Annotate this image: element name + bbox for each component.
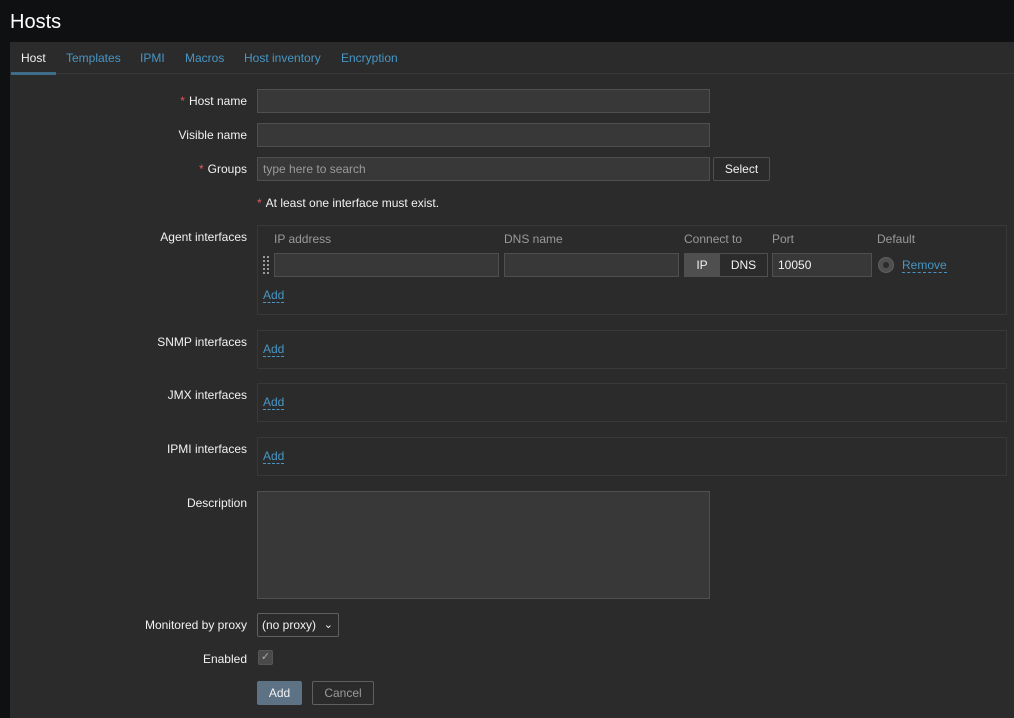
dns-name-field[interactable]	[504, 253, 679, 277]
column-default: Default	[877, 232, 916, 246]
proxy-select-value: (no proxy)	[262, 618, 317, 632]
visible-name-field[interactable]	[257, 123, 710, 147]
port-field[interactable]	[772, 253, 872, 277]
tab-host-inventory[interactable]: Host inventory	[244, 42, 321, 74]
groups-select-button[interactable]: Select	[713, 157, 770, 181]
groups-search-input[interactable]	[257, 157, 710, 181]
required-mark: *	[180, 94, 185, 108]
tab-templates[interactable]: Templates	[66, 42, 121, 74]
enabled-label: Enabled	[202, 652, 247, 666]
description-label: Description	[186, 496, 247, 510]
add-jmx-interface-link[interactable]: Add	[263, 396, 285, 410]
add-button[interactable]: Add	[257, 681, 302, 705]
tab-macros[interactable]: Macros	[185, 42, 224, 74]
monitored-by-proxy-label: Monitored by proxy	[144, 618, 247, 632]
description-textarea[interactable]	[257, 491, 710, 599]
tab-host[interactable]: Host	[11, 42, 56, 75]
column-connect-to: Connect to	[684, 232, 743, 246]
column-port: Port	[772, 232, 795, 246]
required-mark: *	[198, 162, 204, 176]
add-agent-interface-link[interactable]: Add	[263, 289, 285, 303]
interface-note: * At least one interface must exist.	[257, 196, 440, 210]
snmp-interfaces-table: Add	[257, 330, 1007, 369]
groups-label: * Groups	[198, 162, 247, 176]
enabled-checkbox[interactable]: ✓	[258, 650, 273, 665]
default-interface-radio[interactable]	[878, 257, 894, 273]
ip-address-field[interactable]	[274, 253, 499, 277]
chevron-down-icon: ⌄	[323, 619, 333, 631]
required-mark: *	[257, 196, 262, 210]
host-form-panel: Host Templates IPMI Macros Host inventor…	[10, 42, 1014, 718]
cancel-button[interactable]: Cancel	[312, 681, 374, 705]
ipmi-interfaces-label: IPMI interfaces	[166, 442, 247, 456]
visible-name-label: Visible name	[178, 128, 247, 142]
column-dns-name: DNS name	[504, 232, 563, 246]
column-ip-address: IP address	[274, 232, 332, 246]
add-snmp-interface-link[interactable]: Add	[263, 343, 285, 357]
snmp-interfaces-label: SNMP interfaces	[157, 335, 247, 349]
jmx-interfaces-label: JMX interfaces	[167, 388, 247, 402]
checkmark-icon: ✓	[260, 651, 271, 663]
ipmi-interfaces-table: Add	[257, 437, 1007, 476]
connect-dns-toggle[interactable]: DNS	[719, 253, 768, 277]
page-header: Hosts	[0, 0, 1014, 42]
host-name-field[interactable]	[257, 89, 710, 113]
agent-interfaces-label: Agent interfaces	[160, 230, 247, 244]
remove-interface-link[interactable]: Remove	[902, 259, 947, 273]
connect-ip-toggle[interactable]: IP	[684, 253, 720, 277]
host-name-label: * Host name	[180, 94, 247, 108]
drag-handle-icon[interactable]	[263, 256, 271, 274]
jmx-interfaces-table: Add	[257, 383, 1007, 422]
page-title: Hosts	[10, 11, 62, 33]
tab-ipmi[interactable]: IPMI	[140, 42, 165, 74]
add-ipmi-interface-link[interactable]: Add	[263, 450, 285, 464]
tab-encryption[interactable]: Encryption	[341, 42, 398, 74]
proxy-select[interactable]: (no proxy) ⌄	[257, 613, 339, 637]
agent-interfaces-table: IP address DNS name Connect to Port Defa…	[257, 225, 1007, 315]
tab-bar: Host Templates IPMI Macros Host inventor…	[10, 42, 1014, 75]
